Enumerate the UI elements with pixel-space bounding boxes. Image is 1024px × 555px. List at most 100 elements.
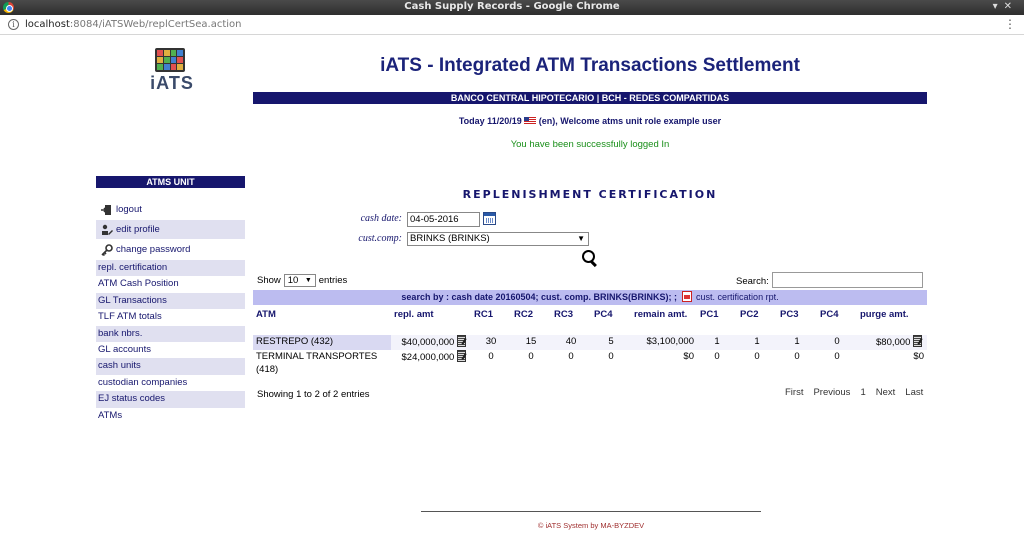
cell-rc4: 0 bbox=[608, 351, 614, 362]
page-size-select[interactable]: 10 ▼ bbox=[283, 274, 316, 287]
sidebar-item-custodian-companies[interactable]: custodian companies bbox=[96, 375, 245, 391]
calendar-icon[interactable] bbox=[483, 212, 496, 225]
table-search-input[interactable] bbox=[772, 272, 923, 288]
cell-rc3: 0 bbox=[568, 351, 574, 362]
sidebar-item-cash-units[interactable]: cash units bbox=[96, 358, 245, 375]
cell-repl-amt: $40,000,000 bbox=[391, 335, 471, 350]
col-atm[interactable]: ATM bbox=[253, 307, 391, 335]
cell-remain-amt: $0 bbox=[683, 351, 694, 362]
sidebar-item-repl-certification[interactable]: repl. certification bbox=[96, 260, 245, 277]
cell-remain-amt: $3,100,000 bbox=[631, 335, 697, 350]
sidebar-change-password-label: change password bbox=[116, 244, 191, 255]
sidebar-item-tlf-atm-totals[interactable]: TLF ATM totals bbox=[96, 309, 245, 325]
sidebar-edit-profile-label: edit profile bbox=[116, 224, 160, 235]
app-title: iATS - Integrated ATM Transactions Settl… bbox=[380, 55, 800, 76]
cell-atm: TERMINAL TRANSPORTES (418) bbox=[256, 351, 378, 375]
cell-rc1: 0 bbox=[488, 351, 494, 362]
cell-repl-amt: $24,000,000 bbox=[391, 350, 471, 378]
window-controls[interactable]: ▾✕ bbox=[993, 1, 1018, 12]
page-size-control: Show 10 ▼ entries bbox=[257, 274, 347, 287]
cell-purge-amt: $80,000 bbox=[857, 335, 927, 350]
cell-pc4: 0 bbox=[834, 351, 840, 362]
sidebar-item-bank-nbrs[interactable]: bank nbrs. bbox=[96, 325, 245, 342]
col-purge-amt[interactable]: purge amt. bbox=[857, 307, 927, 335]
sidebar-item-ej-status-codes[interactable]: EJ status codes bbox=[96, 391, 245, 408]
col-pc2[interactable]: PC2 bbox=[737, 307, 777, 335]
criteria-text: search by : cash date 20160504; cust. co… bbox=[401, 292, 678, 302]
cust-comp-label: cust.comp: bbox=[358, 233, 402, 244]
pagination: First Previous 1 Next Last bbox=[785, 387, 923, 398]
sidebar-heading: ATMS UNIT bbox=[96, 176, 245, 188]
col-repl-amt[interactable]: repl. amt bbox=[391, 307, 471, 335]
entries-label: entries bbox=[318, 275, 348, 286]
cell-purge-amt: $0 bbox=[913, 351, 924, 362]
user-edit-icon bbox=[100, 224, 114, 236]
edit-icon[interactable] bbox=[457, 335, 468, 347]
col-pc3[interactable]: PC3 bbox=[777, 307, 817, 335]
cell-pc2: 1 bbox=[737, 335, 777, 350]
cell-pc4: 0 bbox=[817, 335, 857, 350]
cell-pc1: 1 bbox=[697, 335, 737, 350]
window-title: Cash Supply Records - Google Chrome bbox=[404, 1, 620, 12]
search-icon[interactable] bbox=[581, 249, 599, 267]
edit-icon[interactable] bbox=[913, 335, 924, 347]
us-flag-icon[interactable] bbox=[524, 117, 537, 125]
cust-certification-report-link[interactable]: cust. certification rpt. bbox=[696, 292, 779, 302]
login-success-message: You have been successfully logged In bbox=[510, 139, 670, 150]
search-criteria-bar: search by : cash date 20160504; cust. co… bbox=[253, 290, 927, 305]
cell-rc2: 15 bbox=[511, 335, 551, 350]
sidebar-item-gl-accounts[interactable]: GL accounts bbox=[96, 342, 245, 358]
sidebar-item-atm-cash-position[interactable]: ATM Cash Position bbox=[96, 276, 245, 292]
search-label: Search: bbox=[736, 276, 769, 287]
cash-date-label: cash date: bbox=[360, 213, 402, 224]
table-row: RESTREPO (432) $40,000,000 30 15 40 5 $3… bbox=[253, 335, 927, 350]
sidebar: ATMS UNIT logout edit profile change pas… bbox=[96, 176, 245, 424]
iats-logo: iATS bbox=[146, 48, 198, 96]
certification-table: ATM repl. amt RC1 RC2 RC3 PC4 remain amt… bbox=[253, 307, 927, 378]
cell-pc3: 0 bbox=[794, 351, 800, 362]
col-remain-amt[interactable]: remain amt. bbox=[631, 307, 697, 335]
pager-first[interactable]: First bbox=[785, 387, 803, 398]
welcome-line: Today 11/20/19 (en), Welcome atms unit r… bbox=[253, 116, 927, 126]
cell-pc3: 1 bbox=[777, 335, 817, 350]
cash-date-input[interactable]: 04-05-2016 bbox=[407, 212, 480, 227]
pager-previous[interactable]: Previous bbox=[813, 387, 850, 398]
pager-next[interactable]: Next bbox=[876, 387, 896, 398]
col-rc4[interactable]: PC4 bbox=[591, 307, 631, 335]
col-pc4[interactable]: PC4 bbox=[817, 307, 857, 335]
cell-rc1: 30 bbox=[471, 335, 511, 350]
col-rc1[interactable]: RC1 bbox=[471, 307, 511, 335]
browser-menu-icon[interactable]: ⋮ bbox=[1004, 17, 1016, 31]
col-rc3[interactable]: RC3 bbox=[551, 307, 591, 335]
address-bar[interactable]: i localhost:8084/iATSWeb/replCertSea.act… bbox=[0, 15, 1024, 35]
table-row: TERMINAL TRANSPORTES (418) $24,000,000 0… bbox=[253, 350, 927, 378]
show-label: Show bbox=[257, 275, 281, 286]
cell-rc2: 0 bbox=[528, 351, 534, 362]
table-header-row: ATM repl. amt RC1 RC2 RC3 PC4 remain amt… bbox=[253, 307, 927, 335]
footer-divider bbox=[421, 511, 761, 512]
edit-icon[interactable] bbox=[457, 350, 468, 362]
sidebar-logout[interactable]: logout bbox=[96, 200, 245, 219]
col-rc2[interactable]: RC2 bbox=[511, 307, 551, 335]
key-icon bbox=[100, 243, 114, 256]
cust-comp-select[interactable]: BRINKS (BRINKS) ▼ bbox=[407, 232, 589, 246]
url-text[interactable]: localhost:8084/iATSWeb/replCertSea.actio… bbox=[25, 19, 241, 30]
sidebar-item-gl-transactions[interactable]: GL Transactions bbox=[96, 292, 245, 310]
cell-rc4: 5 bbox=[591, 335, 631, 350]
cell-atm: RESTREPO (432) bbox=[253, 335, 391, 350]
sidebar-edit-profile[interactable]: edit profile bbox=[96, 220, 245, 239]
sidebar-change-password[interactable]: change password bbox=[96, 240, 245, 259]
info-icon[interactable]: i bbox=[8, 19, 19, 30]
welcome-text: (en), Welcome atms unit role example use… bbox=[538, 116, 722, 126]
sidebar-item-atms[interactable]: ATMs bbox=[96, 408, 245, 424]
footer-text: © iATS System by MA-BYZDEV bbox=[537, 521, 645, 530]
sidebar-logout-label: logout bbox=[116, 204, 142, 215]
chevron-down-icon: ▼ bbox=[304, 277, 312, 284]
cell-pc2: 0 bbox=[754, 351, 760, 362]
pdf-icon[interactable] bbox=[681, 291, 692, 302]
pager-last[interactable]: Last bbox=[905, 387, 923, 398]
pager-page-1[interactable]: 1 bbox=[860, 387, 865, 398]
cust-comp-value: BRINKS (BRINKS) bbox=[410, 233, 490, 244]
chevron-down-icon: ▼ bbox=[577, 234, 585, 243]
col-pc1[interactable]: PC1 bbox=[697, 307, 737, 335]
